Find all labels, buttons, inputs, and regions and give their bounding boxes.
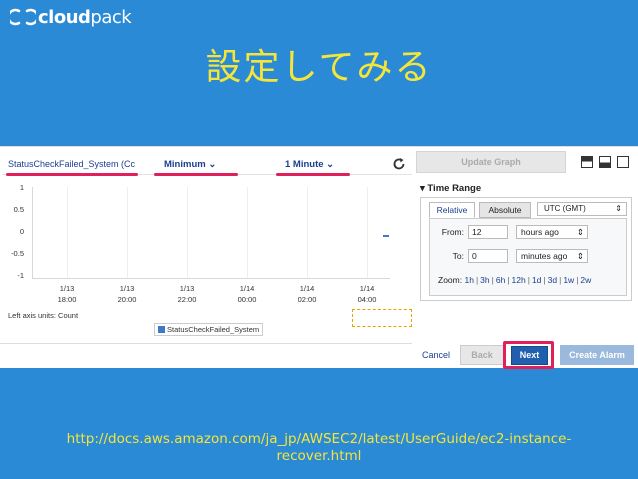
updown-icon: ⇕: [576, 227, 584, 237]
from-unit-select[interactable]: hours ago ⇕: [516, 225, 588, 239]
to-unit-select[interactable]: minutes ago ⇕: [516, 249, 588, 263]
axis-units-label: Left axis units: Count: [8, 311, 79, 320]
next-button[interactable]: Next: [511, 346, 548, 365]
graph-toolbar: StatusCheckFailed_System (Cc Minimum ⌄ 1…: [2, 151, 412, 175]
x-tick-label: 1/13 18:00: [57, 284, 77, 304]
wizard-footer: Cancel Back Next Create Alarm: [0, 341, 638, 369]
focus-outline: [352, 309, 412, 327]
y-tick-label: 1: [19, 183, 24, 192]
cancel-link[interactable]: Cancel: [422, 350, 450, 360]
metric-name[interactable]: StatusCheckFailed_System (Cc: [8, 159, 135, 169]
time-range-box: Relative Absolute UTC (GMT) ⇕ From: 12 ho…: [420, 197, 632, 301]
zoom-label: Zoom:: [438, 275, 463, 285]
chevron-down-icon: ⌄: [208, 159, 217, 170]
layout-top-icon[interactable]: [581, 156, 593, 168]
update-graph-button[interactable]: Update Graph: [416, 151, 566, 173]
from-label: From:: [441, 227, 464, 237]
timezone-select[interactable]: UTC (GMT) ⇕: [537, 202, 627, 216]
from-value-input[interactable]: 12: [468, 225, 508, 239]
zoom-3d[interactable]: 3d: [548, 275, 557, 285]
back-button[interactable]: Back: [460, 345, 504, 365]
cloud-logo-icon: [10, 8, 36, 26]
zoom-1d[interactable]: 1d: [532, 275, 541, 285]
legend-swatch: [158, 326, 165, 333]
tab-absolute[interactable]: Absolute: [479, 202, 531, 218]
refresh-icon[interactable]: [392, 157, 406, 171]
next-highlight: Next: [503, 341, 554, 369]
highlight-underline: [276, 173, 350, 176]
caret-down-icon: ▾: [420, 183, 425, 194]
statistic-dropdown[interactable]: Minimum ⌄: [164, 159, 216, 170]
reference-url[interactable]: http://docs.aws.amazon.com/ja_jp/AWSEC2/…: [30, 431, 608, 465]
y-tick-label: 0: [19, 227, 24, 236]
updown-icon: ⇕: [615, 204, 622, 213]
layout-toggle-group: [581, 156, 629, 168]
relative-range-form: From: 12 hours ago ⇕ To: 0 minutes ago ⇕ Z…: [429, 218, 627, 296]
layout-full-icon[interactable]: [617, 156, 629, 168]
zoom-12h[interactable]: 12h: [512, 275, 526, 285]
zoom-1w[interactable]: 1w: [563, 275, 574, 285]
chevron-down-icon: ⌄: [326, 159, 335, 170]
time-range-heading[interactable]: ▾ Time Range: [420, 183, 481, 194]
y-tick-label: -0.5: [11, 249, 24, 258]
period-dropdown[interactable]: 1 Minute ⌄: [285, 159, 334, 170]
cloudpack-logo: cloudpack: [10, 6, 132, 28]
x-tick-label: 1/13 22:00: [177, 284, 197, 304]
x-tick-label: 1/14 02:00: [297, 284, 317, 304]
graph-plot-area: [32, 187, 390, 279]
y-tick-label: -1: [17, 271, 24, 280]
alarm-wizard-screenshot: StatusCheckFailed_System (Cc Minimum ⌄ 1…: [0, 146, 638, 369]
tab-relative[interactable]: Relative: [429, 202, 475, 218]
x-tick-label: 1/13 20:00: [117, 284, 137, 304]
zoom-row: Zoom: 1h | 3h | 6h | 12h | 1d | 3d | 1w | 2w: [438, 275, 592, 285]
graph-legend[interactable]: StatusCheckFailed_System: [154, 323, 264, 336]
zoom-2w[interactable]: 2w: [580, 275, 591, 285]
logo-wordmark: cloudpack: [38, 6, 132, 28]
updown-icon: ⇕: [576, 251, 584, 261]
zoom-3h[interactable]: 3h: [480, 275, 489, 285]
layout-bottom-icon[interactable]: [599, 156, 611, 168]
x-tick-label: 1/14 00:00: [237, 284, 257, 304]
graph-panel: StatusCheckFailed_System (Cc Minimum ⌄ 1…: [2, 151, 412, 341]
highlight-underline: [6, 173, 138, 176]
data-point: [383, 235, 389, 237]
zoom-6h[interactable]: 6h: [496, 275, 505, 285]
to-value-input[interactable]: 0: [468, 249, 508, 263]
create-alarm-button[interactable]: Create Alarm: [560, 345, 634, 365]
y-tick-label: 0.5: [13, 205, 24, 214]
time-range-panel: Update Graph ▾ Time Range Relative Absol…: [416, 151, 638, 369]
highlight-underline: [154, 173, 238, 176]
to-label: To:: [452, 251, 464, 261]
slide-title: 設定してみる: [205, 47, 433, 88]
x-tick-label: 1/14 04:00: [357, 284, 377, 304]
zoom-1h[interactable]: 1h: [464, 275, 473, 285]
